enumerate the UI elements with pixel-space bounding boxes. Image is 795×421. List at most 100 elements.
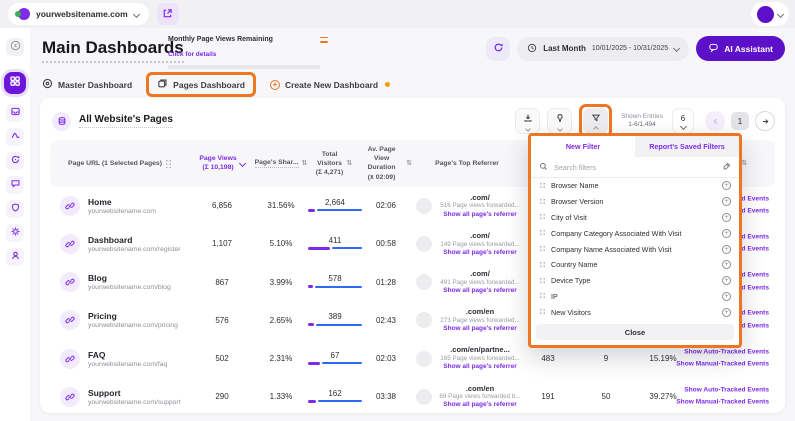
- show-auto-tracked-events-link[interactable]: Show Auto-Tracked Events: [676, 384, 769, 397]
- drag-handle-icon[interactable]: [539, 308, 545, 316]
- page-views-value: 576: [190, 316, 254, 325]
- add-filter-icon[interactable]: +: [722, 229, 731, 238]
- sidebar-item-privacy[interactable]: [6, 200, 24, 218]
- filter-item[interactable]: Browser Version +: [531, 194, 739, 210]
- tab-create-new-dashboard[interactable]: + Create New Dashboard: [270, 80, 390, 90]
- sidebar: [0, 28, 30, 421]
- sidebar-item-statistics[interactable]: [6, 128, 24, 146]
- filter-close-button[interactable]: Close: [536, 324, 734, 340]
- filter-item[interactable]: Company Category Associated With Visit +: [531, 225, 739, 241]
- sync-icon: [10, 152, 21, 170]
- filter-tab-saved[interactable]: Report's Saved Filters: [635, 136, 739, 157]
- referrer-show-all-link[interactable]: Show all page's referrer: [438, 325, 522, 333]
- ai-assistant-button[interactable]: AI Assistant: [696, 36, 785, 61]
- sidebar-item-sessions[interactable]: [6, 152, 24, 170]
- filter-button[interactable]: [583, 108, 608, 134]
- add-filter-icon[interactable]: +: [722, 181, 731, 190]
- add-filter-icon[interactable]: +: [722, 276, 731, 285]
- insights-button[interactable]: [547, 108, 572, 134]
- add-filter-icon[interactable]: +: [722, 292, 731, 301]
- sidebar-toggle-button[interactable]: [6, 38, 24, 56]
- column-page-url[interactable]: Page URL (1 Selected Pages): [50, 159, 190, 168]
- tab-pages-dashboard[interactable]: Pages Dashboard: [157, 78, 245, 91]
- sidebar-item-account[interactable]: [6, 248, 24, 266]
- next-page-button[interactable]: [755, 111, 775, 131]
- drag-handle-icon[interactable]: [539, 213, 545, 221]
- period-range: 10/01/2025 - 10/31/2025: [592, 45, 668, 52]
- filter-item[interactable]: IP +: [531, 289, 739, 305]
- drag-handle-icon[interactable]: [539, 261, 545, 269]
- website-selector[interactable]: yourwebsitename.com: [8, 3, 149, 25]
- filter-search-input[interactable]: [554, 163, 716, 172]
- page-views-value: 1,107: [190, 239, 254, 248]
- chat-bubble-icon: [10, 176, 21, 194]
- shown-entries-value: 1-6/1,494: [621, 121, 663, 129]
- referrer-domain: .com/: [438, 231, 522, 241]
- add-filter-icon[interactable]: +: [722, 197, 731, 206]
- referrer-show-all-link[interactable]: Show all page's referrer: [438, 363, 522, 371]
- export-button[interactable]: [515, 108, 540, 134]
- open-website-button[interactable]: [157, 3, 179, 25]
- add-filter-icon[interactable]: +: [722, 308, 731, 317]
- drag-handle-icon[interactable]: [539, 182, 545, 190]
- page-number-button[interactable]: 1: [731, 112, 749, 130]
- show-manual-tracked-events-link[interactable]: Show Manual-Tracked Events: [676, 359, 769, 372]
- page-url: yourwebsitename.com: [88, 208, 156, 215]
- column-total-visitors[interactable]: Total Visitors (Σ 4,271) ⇅: [308, 150, 360, 178]
- clock-icon: [527, 40, 537, 58]
- column-page-share[interactable]: Page's Shar... ⇅: [254, 158, 308, 168]
- sidebar-item-settings[interactable]: [6, 224, 24, 242]
- drag-handle-icon[interactable]: [539, 198, 545, 206]
- drag-handle-icon[interactable]: [539, 229, 545, 237]
- filter-tab-new[interactable]: New Filter: [531, 136, 635, 157]
- column-avg-duration-label: Av. Page View Duration (x̄ 02:09): [360, 145, 403, 182]
- shown-entries-label: Shown Entries: [621, 113, 663, 121]
- filter-item[interactable]: Country Name +: [531, 257, 739, 273]
- filter-item[interactable]: Device Type +: [531, 273, 739, 289]
- refresh-button[interactable]: [486, 37, 510, 61]
- user-menu[interactable]: [751, 2, 789, 26]
- referrer-show-all-link[interactable]: Show all page's referrer: [438, 211, 522, 219]
- avg-duration-value: 00:58: [360, 239, 412, 248]
- drag-handle-icon[interactable]: [539, 245, 545, 253]
- quota-details-link[interactable]: Click for details: [168, 51, 216, 58]
- drag-handle-icon[interactable]: [539, 292, 545, 300]
- referrer-show-all-link[interactable]: Show all page's referrer: [438, 401, 522, 409]
- drag-handle-icon[interactable]: [165, 159, 172, 168]
- filter-item[interactable]: Browser Name +: [531, 178, 739, 194]
- referrer-show-all-link[interactable]: Show all page's referrer: [438, 287, 522, 295]
- column-avg-duration[interactable]: Av. Page View Duration (x̄ 02:09) ⇅: [360, 145, 412, 182]
- add-filter-icon[interactable]: +: [722, 245, 731, 254]
- quota-menu-icon[interactable]: [320, 37, 328, 43]
- add-filter-icon[interactable]: +: [722, 260, 731, 269]
- drag-handle-icon[interactable]: [539, 277, 545, 285]
- clear-filters-icon[interactable]: [722, 158, 731, 176]
- sort-icon: ⇅: [302, 159, 308, 168]
- referrer-show-all-link[interactable]: Show all page's referrer: [438, 249, 522, 257]
- add-filter-icon[interactable]: +: [722, 213, 731, 222]
- column-top-referrer-label: Page's Top Referrer: [435, 159, 499, 168]
- collapse-icon: [10, 38, 21, 56]
- column-top-referrer[interactable]: Page's Top Referrer: [412, 159, 522, 168]
- filter-item[interactable]: City of Visit +: [531, 210, 739, 226]
- referrer-domain: .com/en: [438, 384, 522, 394]
- sidebar-item-inbox[interactable]: [6, 104, 24, 122]
- sidebar-item-communication[interactable]: [6, 176, 24, 194]
- tab-master-dashboard[interactable]: Master Dashboard: [42, 78, 132, 91]
- page-size-selector[interactable]: 6: [672, 108, 694, 134]
- filter-item[interactable]: Company Name Associated With Visit +: [531, 241, 739, 257]
- topbar: yourwebsitename.com: [0, 0, 795, 28]
- table-row[interactable]: Support yourwebsitename.com/support 290 …: [50, 378, 775, 416]
- page-name: Home: [88, 197, 156, 207]
- column-page-url-label: Page URL (1 Selected Pages): [68, 159, 162, 168]
- filter-item[interactable]: New Visitors +: [531, 304, 739, 320]
- table-title: All Website's Pages: [79, 114, 173, 128]
- previous-page-button[interactable]: [705, 111, 725, 131]
- show-manual-tracked-events-link[interactable]: Show Manual-Tracked Events: [676, 397, 769, 410]
- referrer-note: 69 Page views forwarded b...: [438, 393, 522, 401]
- sidebar-item-dashboards[interactable]: [4, 72, 26, 94]
- page-link-icon: [60, 310, 80, 330]
- quota-label: Monthly Page Views Remaining: [168, 36, 273, 43]
- date-range-selector[interactable]: Last Month 10/01/2025 - 10/31/2025: [517, 37, 689, 61]
- column-page-views[interactable]: Page Views (Σ 10,198): [190, 154, 254, 172]
